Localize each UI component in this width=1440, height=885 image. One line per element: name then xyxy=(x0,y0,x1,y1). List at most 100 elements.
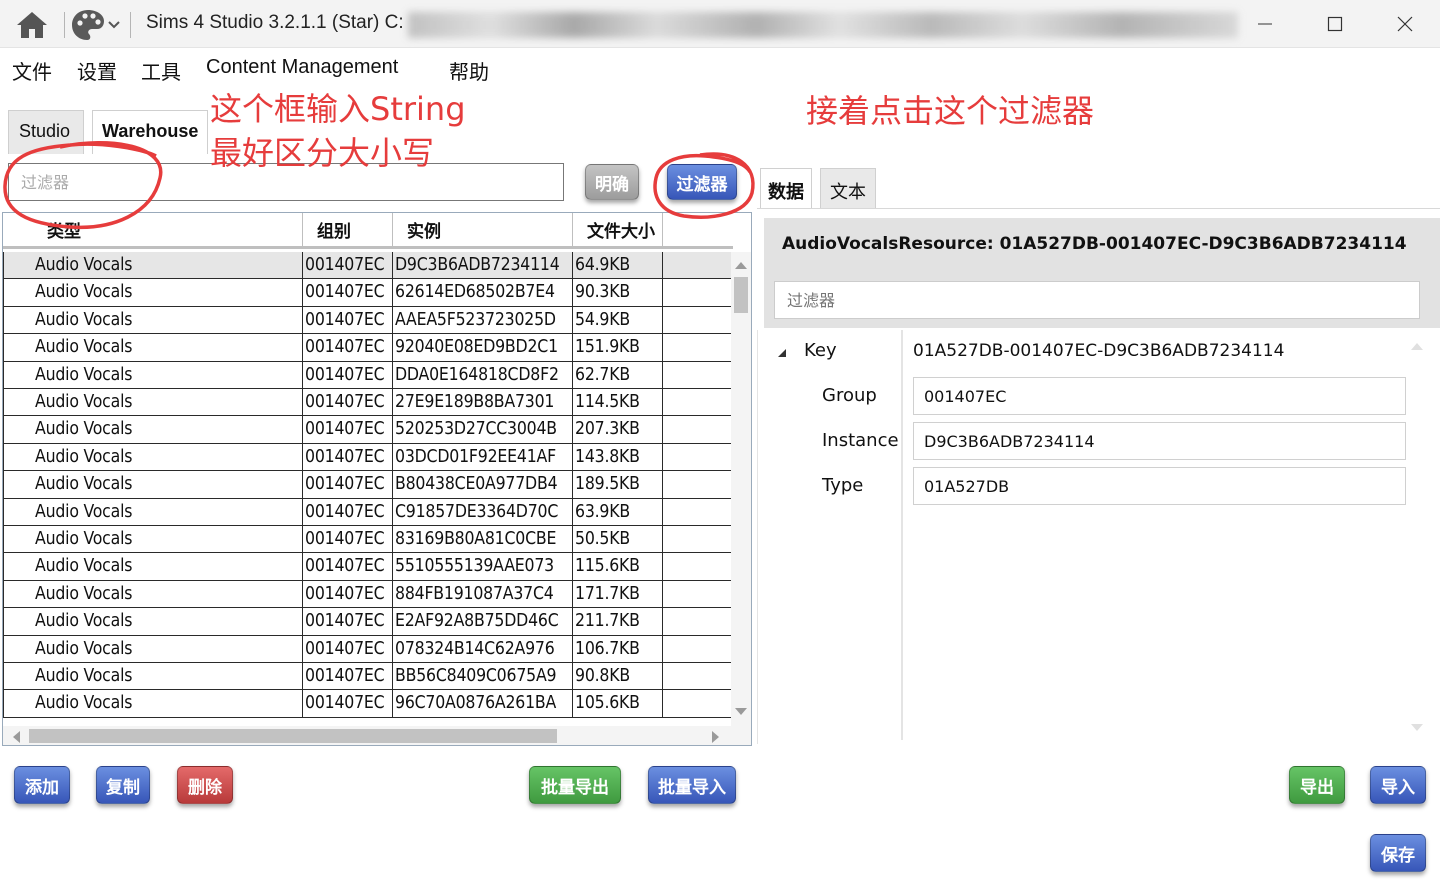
collapse-triangle-icon[interactable] xyxy=(776,344,788,363)
table-row[interactable]: Audio Vocals 001407EC BB56C8409C0675A9 90.8… xyxy=(3,663,731,691)
row-selector-cell[interactable] xyxy=(3,334,33,361)
filesize-cell: 90.3KB xyxy=(573,279,663,306)
instance-cell: 078324B14C62A976 xyxy=(393,635,573,662)
apply-filter-button[interactable]: 过滤器 xyxy=(667,164,737,200)
batch-export-button[interactable]: 批量导出 xyxy=(529,766,621,804)
menu-help[interactable]: 帮助 xyxy=(449,56,489,85)
row-selector-cell[interactable] xyxy=(3,498,33,525)
type-cell: Audio Vocals xyxy=(33,690,303,717)
row-selector-cell[interactable] xyxy=(3,553,33,580)
delete-button[interactable]: 删除 xyxy=(177,766,233,804)
scrollbar-thumb[interactable] xyxy=(29,729,557,743)
table-row[interactable]: Audio Vocals 001407EC DDA0E164818CD8F2 62.7… xyxy=(3,361,731,389)
group-cell: 001407EC xyxy=(303,690,393,717)
table-row[interactable]: Audio Vocals 001407EC 96C70A0876A261BA 105.… xyxy=(3,690,731,718)
tab-studio[interactable]: Studio xyxy=(8,110,84,154)
filesize-cell: 143.8KB xyxy=(573,443,663,471)
property-filter-input[interactable] xyxy=(774,281,1420,319)
type-cell: Audio Vocals xyxy=(33,608,303,635)
row-selector-cell[interactable] xyxy=(3,580,33,608)
minimize-icon[interactable] xyxy=(1230,0,1300,48)
add-button[interactable]: 添加 xyxy=(14,766,70,804)
table-row[interactable]: Audio Vocals 001407EC 27E9E189B8BA7301 114.… xyxy=(3,389,731,417)
group-label: Group xyxy=(822,385,877,406)
table-row[interactable]: Audio Vocals 001407EC AAEA5F523723025D 54.9… xyxy=(3,306,731,335)
row-selector-cell[interactable] xyxy=(3,471,33,498)
filesize-cell: 189.5KB xyxy=(573,471,663,498)
filesize-cell: 50.5KB xyxy=(573,526,663,553)
menu-file[interactable]: 文件 xyxy=(12,56,52,85)
filesize-cell: 62.7KB xyxy=(573,361,663,388)
table-row[interactable]: Audio Vocals 001407EC 520253D27CC3004B 207.… xyxy=(3,416,731,444)
group-cell: 001407EC xyxy=(303,663,393,690)
table-row[interactable]: Audio Vocals 001407EC 03DCD01F92EE41AF 143.… xyxy=(3,443,731,472)
type-field[interactable]: 01A527DB xyxy=(913,467,1406,505)
table-row[interactable]: Audio Vocals 001407EC B80438CE0A977DB4 189.… xyxy=(3,471,731,499)
table-row[interactable]: Audio Vocals 001407EC 884FB191087A37C4 171.… xyxy=(3,580,731,609)
column-header-group[interactable]: 组别 xyxy=(303,213,393,249)
scroll-down-icon[interactable] xyxy=(1410,718,1424,737)
row-selector-cell[interactable] xyxy=(3,279,33,306)
scrollbar-thumb[interactable] xyxy=(734,277,748,313)
instance-label: Instance xyxy=(822,430,899,451)
row-selector-cell[interactable] xyxy=(3,443,33,471)
table-row[interactable]: Audio Vocals 001407EC E2AF92A8B75DD46C 211.… xyxy=(3,608,731,636)
maximize-icon[interactable] xyxy=(1300,0,1370,48)
tab-data[interactable]: 数据 xyxy=(760,168,812,208)
row-selector-cell[interactable] xyxy=(3,416,33,443)
row-selector-cell[interactable] xyxy=(3,690,33,717)
filesize-cell: 64.9KB xyxy=(573,252,663,279)
table-body: Audio Vocals 001407EC D9C3B6ADB7234114 64.9… xyxy=(3,252,731,726)
group-field[interactable]: 001407EC xyxy=(913,377,1406,415)
close-icon[interactable] xyxy=(1370,0,1440,48)
row-selector-cell[interactable] xyxy=(3,361,33,388)
filesize-cell: 211.7KB xyxy=(573,608,663,635)
row-selector-cell[interactable] xyxy=(3,389,33,416)
menu-content-management[interactable]: Content Management xyxy=(206,56,398,79)
save-button[interactable]: 保存 xyxy=(1370,834,1426,872)
type-cell: Audio Vocals xyxy=(33,361,303,388)
row-selector-cell[interactable] xyxy=(3,608,33,635)
table-row[interactable]: Audio Vocals 001407EC 62614ED68502B7E4 90.3… xyxy=(3,279,731,307)
instance-field[interactable]: D9C3B6ADB7234114 xyxy=(913,422,1406,460)
home-icon[interactable] xyxy=(12,8,52,42)
export-button[interactable]: 导出 xyxy=(1289,766,1345,804)
menu-tools[interactable]: 工具 xyxy=(141,56,181,85)
key-label: Key xyxy=(804,340,837,361)
table-row[interactable]: Audio Vocals 001407EC 078324B14C62A976 106.… xyxy=(3,635,731,663)
group-cell: 001407EC xyxy=(303,635,393,662)
instance-cell: 27E9E189B8BA7301 xyxy=(393,389,573,416)
instance-cell: D9C3B6ADB7234114 xyxy=(393,252,573,279)
table-row[interactable]: Audio Vocals 001407EC 83169B80A81C0CBE 50.5… xyxy=(3,526,731,554)
tab-text[interactable]: 文本 xyxy=(820,168,876,208)
palette-menu-icon[interactable] xyxy=(70,6,122,44)
column-header-filesize[interactable]: 文件大小 xyxy=(573,213,663,249)
table-row[interactable]: Audio Vocals 001407EC 5510555139AAE073 115.… xyxy=(3,553,731,581)
table-row[interactable]: Audio Vocals 001407EC D9C3B6ADB7234114 64.9… xyxy=(3,252,731,280)
column-header-type[interactable]: 类型 xyxy=(3,213,303,249)
row-selector-cell[interactable] xyxy=(3,306,33,334)
instance-cell: 96C70A0876A261BA xyxy=(393,690,573,717)
copy-button[interactable]: 复制 xyxy=(96,766,150,804)
batch-import-button[interactable]: 批量导入 xyxy=(648,766,736,804)
vertical-scrollbar[interactable] xyxy=(731,252,751,726)
row-selector-cell[interactable] xyxy=(3,252,33,279)
column-header-instance[interactable]: 实例 xyxy=(393,213,573,249)
group-cell: 001407EC xyxy=(303,553,393,580)
instance-cell: 884FB191087A37C4 xyxy=(393,580,573,608)
table-row[interactable]: Audio Vocals 001407EC 92040E08ED9BD2C1 151.… xyxy=(3,334,731,362)
row-selector-cell[interactable] xyxy=(3,635,33,662)
table-row[interactable]: Audio Vocals 001407EC C91857DE3364D70C 63.9… xyxy=(3,498,731,526)
menu-settings[interactable]: 设置 xyxy=(77,56,117,85)
clear-filter-button[interactable]: 明确 xyxy=(585,164,639,200)
row-selector-cell[interactable] xyxy=(3,526,33,553)
tab-warehouse[interactable]: Warehouse xyxy=(92,110,208,154)
group-cell: 001407EC xyxy=(303,608,393,635)
row-selector-cell[interactable] xyxy=(3,663,33,690)
import-button[interactable]: 导入 xyxy=(1370,766,1426,804)
horizontal-scrollbar[interactable] xyxy=(3,726,751,745)
group-cell: 001407EC xyxy=(303,443,393,471)
title-separator xyxy=(64,12,65,38)
scroll-up-icon[interactable] xyxy=(1410,336,1424,355)
group-cell: 001407EC xyxy=(303,306,393,334)
